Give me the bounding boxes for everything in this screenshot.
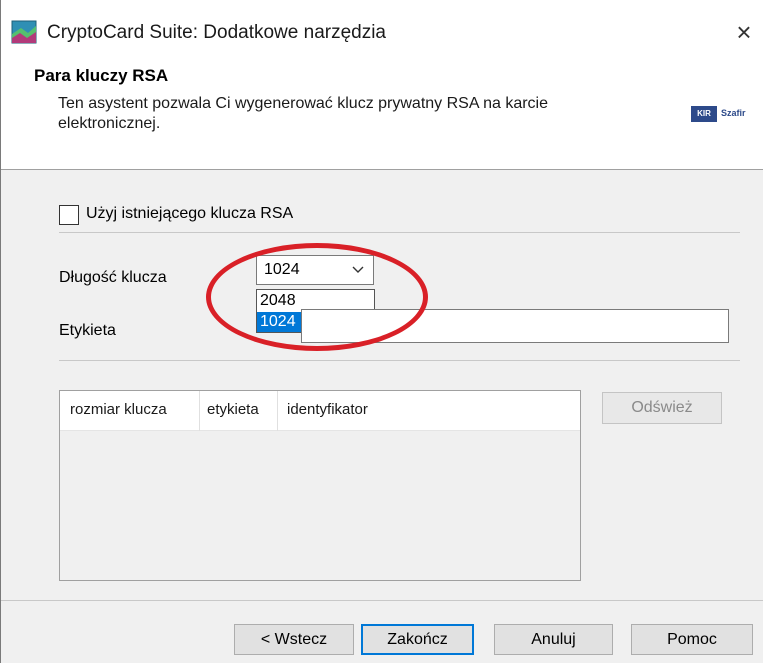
- help-button[interactable]: Pomoc: [631, 624, 753, 655]
- close-icon[interactable]: ×: [726, 14, 762, 50]
- column-separator[interactable]: [277, 391, 278, 431]
- kir-szafir-logo: KIR Szafir: [691, 106, 763, 122]
- page-title: Para kluczy RSA: [34, 66, 169, 85]
- key-length-selected-value: 1024: [264, 261, 300, 278]
- key-length-select[interactable]: 1024: [256, 255, 374, 285]
- logo-box: KIR: [691, 106, 717, 122]
- dialog-window: CryptoCard Suite: Dodatkowe narzędzia × …: [0, 0, 763, 663]
- keys-table[interactable]: rozmiar klucza etykieta identyfikator: [59, 390, 581, 581]
- footer-divider: [1, 600, 763, 601]
- column-separator[interactable]: [199, 391, 200, 431]
- column-header-key-size[interactable]: rozmiar klucza: [70, 401, 167, 418]
- title-bar: CryptoCard Suite: Dodatkowe narzędzia ×: [1, 0, 763, 58]
- column-header-identifier[interactable]: identyfikator: [287, 401, 368, 418]
- divider: [59, 360, 740, 361]
- label-field-label: Etykieta: [59, 322, 116, 339]
- key-length-option-2048[interactable]: 2048: [257, 291, 374, 311]
- chevron-down-icon: [352, 266, 364, 273]
- table-header: rozmiar klucza etykieta identyfikator: [60, 391, 580, 431]
- finish-button[interactable]: Zakończ: [361, 624, 474, 655]
- refresh-button[interactable]: Odśwież: [602, 392, 722, 424]
- cancel-button[interactable]: Anuluj: [494, 624, 613, 655]
- use-existing-key-checkbox[interactable]: [59, 205, 79, 225]
- page-description: Ten asystent pozwala Ci wygenerować kluc…: [58, 95, 548, 132]
- key-length-label: Długość klucza: [59, 269, 167, 286]
- divider: [59, 232, 740, 233]
- use-existing-key-label[interactable]: Użyj istniejącego klucza RSA: [86, 205, 293, 223]
- window-title: CryptoCard Suite: Dodatkowe narzędzia: [47, 22, 387, 43]
- wizard-header: Para kluczy RSA Ten asystent pozwala Ci …: [1, 58, 763, 170]
- logo-text: Szafir: [721, 108, 746, 118]
- cryptocard-app-icon: [11, 20, 37, 44]
- back-button[interactable]: < Wstecz: [234, 624, 354, 655]
- label-input[interactable]: [301, 309, 729, 343]
- column-header-label[interactable]: etykieta: [207, 401, 259, 418]
